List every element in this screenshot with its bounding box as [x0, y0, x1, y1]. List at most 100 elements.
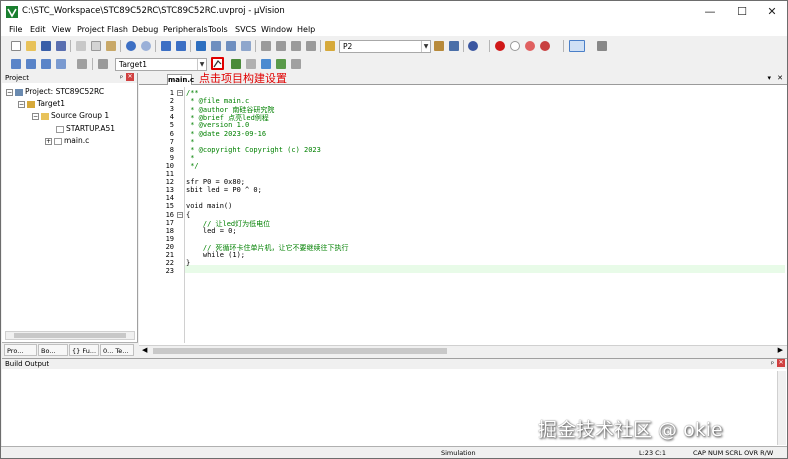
menu-help[interactable]: Help [297, 25, 315, 34]
navigate-forward-icon[interactable] [176, 41, 186, 51]
window-layout-icon[interactable] [569, 40, 585, 52]
menu-debug[interactable]: Debug [132, 25, 158, 34]
menu-view[interactable]: View [52, 25, 71, 34]
configure-icon[interactable] [597, 41, 607, 51]
tab-project[interactable]: Pro... [4, 344, 37, 356]
menu-edit[interactable]: Edit [30, 25, 46, 34]
code-line: void main() [186, 202, 233, 211]
line-number: 19 [165, 234, 174, 243]
scroll-thumb[interactable] [14, 333, 126, 338]
pack-installer-icon[interactable] [276, 59, 286, 69]
pin-icon[interactable]: ᵖ [771, 359, 774, 369]
open-folder-icon[interactable] [26, 41, 36, 51]
batch-build-icon[interactable] [56, 59, 66, 69]
options-for-target-icon[interactable] [211, 57, 224, 70]
collapse-icon[interactable]: − [6, 88, 13, 96]
close-icon[interactable]: ✕ [777, 359, 785, 367]
target-combo[interactable]: Target1 ▼ [115, 58, 207, 71]
uncomment-icon[interactable] [306, 41, 316, 51]
kill-all-breakpoints-icon[interactable] [540, 41, 550, 51]
menu-peripherals[interactable]: Peripherals [163, 25, 208, 34]
prev-bookmark-icon[interactable] [211, 41, 221, 51]
maximize-button[interactable]: ☐ [727, 2, 757, 22]
editor-hscrollbar[interactable]: ◀ ▶ [139, 345, 787, 356]
unindent-icon[interactable] [276, 41, 286, 51]
code-line: * @copyright Copyright (c) 2023 [186, 145, 321, 154]
manage-rte-icon[interactable] [261, 59, 271, 69]
tab-functions[interactable]: {} Fu... [69, 344, 99, 356]
file-toolbar: P2 ▼ [1, 37, 787, 55]
code-line: } [186, 259, 191, 268]
books-icon[interactable] [291, 59, 301, 69]
navigate-back-icon[interactable] [161, 41, 171, 51]
tree-label-group: Source Group 1 [51, 111, 110, 120]
menu-tools[interactable]: Tools [208, 25, 228, 34]
line-number: 5 [169, 121, 174, 130]
stop-build-icon[interactable] [77, 59, 87, 69]
scroll-right-icon[interactable]: ▶ [778, 346, 783, 354]
close-button[interactable]: ✕ [757, 2, 787, 22]
save-all-icon[interactable] [56, 41, 66, 51]
title-bar: C:\STC_Workspace\STC89C52RC\STC89C52RC.u… [1, 1, 787, 23]
menu-svcs[interactable]: SVCS [235, 25, 256, 34]
chevron-down-icon[interactable]: ▼ [421, 41, 430, 52]
chevron-down-icon[interactable]: ▾ [767, 74, 771, 82]
incremental-find-icon[interactable] [449, 41, 459, 51]
code-line: { [186, 210, 191, 219]
tab-main-c[interactable]: main.c [167, 74, 194, 85]
menu-file[interactable]: File [9, 25, 22, 34]
close-icon[interactable]: ✕ [126, 73, 134, 81]
code-line: led = 0; [186, 226, 237, 235]
new-file-icon[interactable] [11, 41, 21, 51]
scroll-thumb[interactable] [153, 348, 447, 354]
cut-icon[interactable] [76, 41, 86, 51]
tab-books[interactable]: Bo... [38, 344, 68, 356]
scroll-left-icon[interactable]: ◀ [142, 346, 147, 354]
build-icon[interactable] [26, 59, 36, 69]
close-icon[interactable]: ✕ [777, 74, 783, 82]
find-combo[interactable]: P2 ▼ [339, 40, 431, 53]
disable-all-breakpoints-icon[interactable] [525, 41, 535, 51]
find-in-files-icon[interactable] [325, 41, 335, 51]
clear-bookmarks-icon[interactable] [241, 41, 251, 51]
breakpoint-icon[interactable] [495, 41, 505, 51]
find-icon[interactable] [434, 41, 444, 51]
chevron-down-icon[interactable]: ▼ [197, 59, 206, 70]
redo-icon[interactable] [141, 41, 151, 51]
disable-breakpoint-icon[interactable] [510, 41, 520, 51]
status-bar: Simulation L:23 C:1 CAP NUM SCRL OVR R/W [1, 446, 787, 458]
translate-icon[interactable] [11, 59, 21, 69]
menu-project[interactable]: Project [77, 25, 104, 34]
rebuild-icon[interactable] [41, 59, 51, 69]
project-hscrollbar[interactable] [5, 331, 135, 340]
project-panel: Project ᵖ ✕ − Project: STC89C52RC − Target… [2, 73, 138, 356]
undo-icon[interactable] [126, 41, 136, 51]
pin-icon[interactable]: ᵖ [120, 73, 123, 83]
download-icon[interactable] [98, 59, 108, 69]
debug-session-icon[interactable] [468, 41, 478, 51]
menu-window[interactable]: Window [261, 25, 293, 34]
tab-templates[interactable]: 0... Te... [100, 344, 134, 356]
indent-icon[interactable] [261, 41, 271, 51]
select-packs-icon[interactable] [246, 59, 256, 69]
tree-item-project[interactable]: − Project: STC89C52RC [6, 87, 104, 96]
fold-toggle-icon[interactable]: − [177, 90, 183, 96]
tree-item-target[interactable]: − Target1 [18, 99, 65, 108]
bookmark-icon[interactable] [196, 41, 206, 51]
collapse-icon[interactable]: − [18, 100, 25, 108]
paste-icon[interactable] [106, 41, 116, 51]
expand-icon[interactable]: + [45, 137, 52, 145]
menu-flash[interactable]: Flash [107, 25, 128, 34]
build-vscrollbar[interactable] [777, 371, 786, 445]
minimize-button[interactable]: — [695, 2, 725, 22]
save-icon[interactable] [41, 41, 51, 51]
tree-item-group[interactable]: − Source Group 1 [32, 111, 109, 120]
next-bookmark-icon[interactable] [226, 41, 236, 51]
tree-item-startup[interactable]: STARTUP.A51 [56, 124, 115, 133]
copy-icon[interactable] [91, 41, 101, 51]
tree-item-main[interactable]: + main.c [45, 136, 89, 145]
collapse-icon[interactable]: − [32, 112, 39, 120]
manage-project-items-icon[interactable] [231, 59, 241, 69]
fold-toggle-icon[interactable]: − [177, 211, 183, 218]
comment-icon[interactable] [291, 41, 301, 51]
